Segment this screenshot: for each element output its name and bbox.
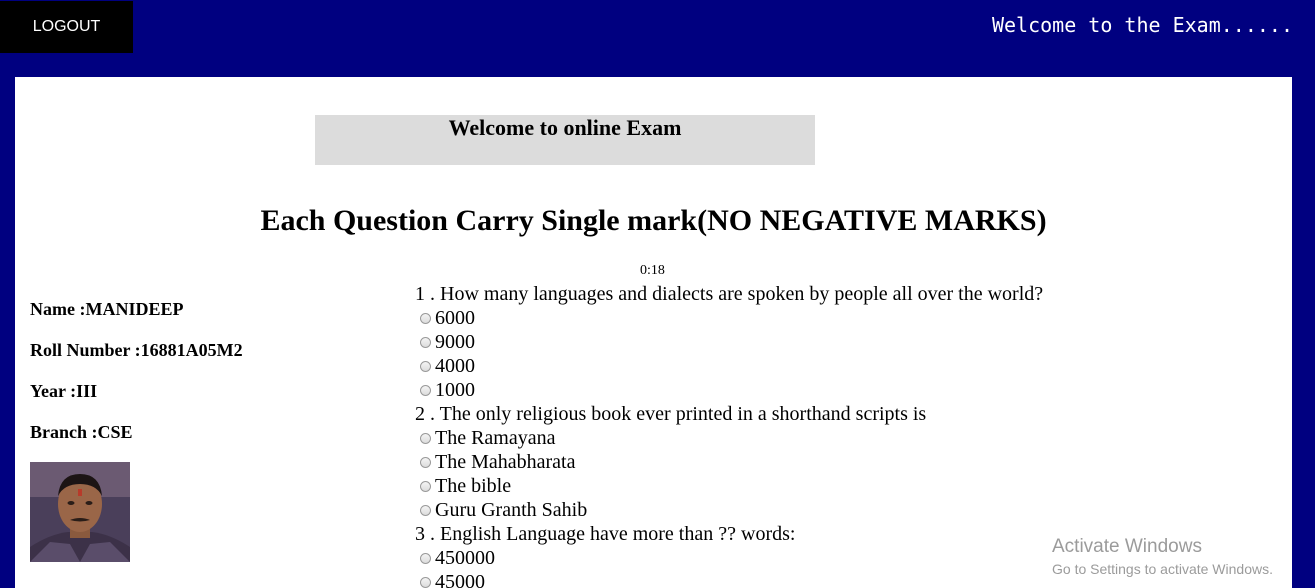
- question-block: 2 . The only religious book ever printed…: [415, 402, 1043, 522]
- radio-button[interactable]: [420, 384, 431, 396]
- option-label: 1000: [435, 379, 475, 401]
- answer-option[interactable]: 450000: [415, 546, 1043, 570]
- option-label: The Ramayana: [435, 427, 556, 449]
- question-block: 3 . English Language have more than ?? w…: [415, 522, 1043, 588]
- radio-button[interactable]: [420, 432, 431, 444]
- answer-option[interactable]: Guru Granth Sahib: [415, 498, 1043, 522]
- radio-button[interactable]: [420, 456, 431, 468]
- radio-button[interactable]: [420, 336, 431, 348]
- option-label: The Mahabharata: [435, 451, 576, 473]
- question-list: 1 . How many languages and dialects are …: [415, 282, 1043, 588]
- option-label: 9000: [435, 331, 475, 353]
- answer-option[interactable]: 1000: [415, 378, 1043, 402]
- question-text: 3 . English Language have more than ?? w…: [415, 523, 796, 545]
- radio-button[interactable]: [420, 480, 431, 492]
- question-text: 2 . The only religious book ever printed…: [415, 403, 927, 425]
- answer-option[interactable]: The Mahabharata: [415, 450, 1043, 474]
- exam-panel: Welcome to online Exam Each Question Car…: [15, 77, 1292, 588]
- answer-option[interactable]: The Ramayana: [415, 426, 1043, 450]
- question-block: 1 . How many languages and dialects are …: [415, 282, 1043, 402]
- welcome-banner: Welcome to online Exam: [315, 115, 815, 165]
- option-label: 4000: [435, 355, 475, 377]
- radio-button[interactable]: [420, 504, 431, 516]
- watermark-subtitle: Go to Settings to activate Windows.: [1052, 561, 1273, 577]
- radio-button[interactable]: [420, 552, 431, 564]
- student-branch: Branch :CSE: [30, 422, 133, 442]
- student-profile: Name :MANIDEEP Roll Number :16881A05M2 Y…: [30, 299, 243, 463]
- exam-timer: 0:18: [640, 263, 665, 278]
- answer-option[interactable]: 45000: [415, 570, 1043, 588]
- answer-option[interactable]: 4000: [415, 354, 1043, 378]
- radio-button[interactable]: [420, 576, 431, 588]
- activate-windows-watermark: Activate Windows Go to Settings to activ…: [1052, 536, 1273, 579]
- option-label: Guru Granth Sahib: [435, 499, 588, 521]
- student-photo: [30, 462, 130, 562]
- option-label: 450000: [435, 547, 495, 569]
- logout-button[interactable]: LOGOUT: [0, 1, 133, 53]
- student-year: Year :III: [30, 381, 98, 401]
- student-roll-number: Roll Number :16881A05M2: [30, 340, 243, 360]
- radio-button[interactable]: [420, 312, 431, 324]
- option-label: 6000: [435, 307, 475, 329]
- welcome-marquee: Welcome to the Exam......: [991, 13, 1293, 37]
- radio-button[interactable]: [420, 360, 431, 372]
- watermark-title: Activate Windows: [1052, 536, 1202, 557]
- top-bar: LOGOUT Welcome to the Exam......: [0, 0, 1315, 77]
- answer-option[interactable]: 9000: [415, 330, 1043, 354]
- answer-option[interactable]: The bible: [415, 474, 1043, 498]
- option-label: 45000: [435, 571, 485, 588]
- question-text: 1 . How many languages and dialects are …: [415, 283, 1044, 305]
- student-name: Name :MANIDEEP: [30, 299, 184, 319]
- option-label: The bible: [435, 475, 512, 497]
- answer-option[interactable]: 6000: [415, 306, 1043, 330]
- marking-rule-heading: Each Question Carry Single mark(NO NEGAT…: [260, 204, 1047, 237]
